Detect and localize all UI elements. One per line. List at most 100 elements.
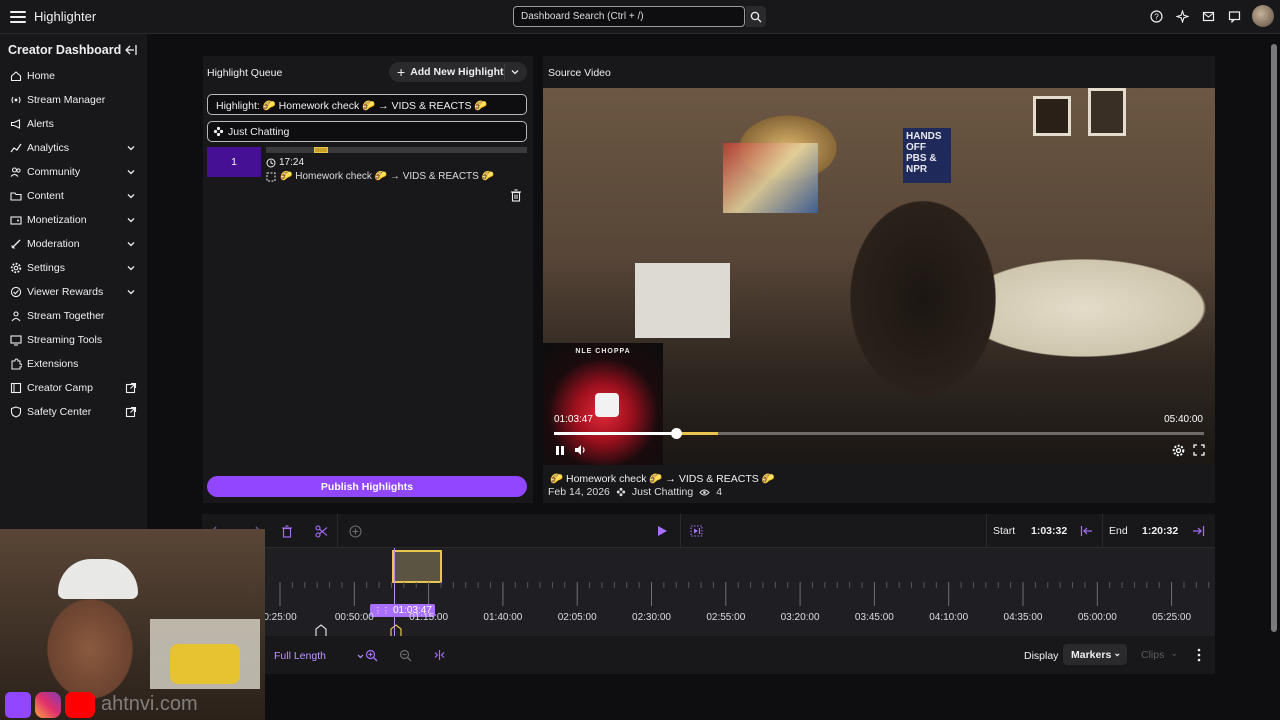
end-time-value[interactable]: 1:20:32 <box>1142 525 1178 537</box>
stream-meta: Feb 14, 2026 Just Chatting 4 <box>548 486 722 498</box>
more-options-icon[interactable] <box>1193 647 1205 663</box>
svg-text:?: ? <box>1154 12 1159 21</box>
together-icon <box>10 310 22 322</box>
zoom-out-icon[interactable] <box>398 648 412 662</box>
publish-highlights-button[interactable]: Publish Highlights <box>207 476 527 497</box>
eye-icon <box>699 489 710 495</box>
panel-title: Source Video <box>548 67 611 79</box>
help-icon[interactable]: ? <box>1148 8 1164 24</box>
tick-label: 03:20:00 <box>780 612 820 623</box>
fullscreen-icon[interactable] <box>1192 443 1206 457</box>
avatar[interactable] <box>1252 5 1274 27</box>
markers-label: Markers <box>1071 649 1112 661</box>
search-button[interactable] <box>746 6 766 27</box>
sidebar-item-extensions[interactable]: Extensions <box>0 352 147 376</box>
sidebar-item-label: Home <box>27 70 56 82</box>
seek-handle[interactable] <box>671 428 682 439</box>
add-marker-icon[interactable] <box>347 523 363 539</box>
people-icon <box>10 166 22 178</box>
inbox-icon[interactable] <box>1200 8 1216 24</box>
sidebar-item-streaming-tools[interactable]: Streaming Tools <box>0 328 147 352</box>
sidebar-item-home[interactable]: Home <box>0 64 147 88</box>
wallet-icon <box>10 214 22 226</box>
tick-label: 05:25:00 <box>1152 612 1192 623</box>
picture-frame <box>1088 88 1126 136</box>
stream-category: Just Chatting <box>631 486 694 498</box>
scissors-icon[interactable] <box>313 523 329 539</box>
highlight-marker-flag[interactable] <box>390 624 402 636</box>
social-strip: ahtnvi.com <box>0 689 265 720</box>
sidebar-item-content[interactable]: Content <box>0 184 147 208</box>
seek-bar[interactable] <box>554 428 1204 439</box>
chart-icon <box>10 142 22 154</box>
chevron-down-icon <box>127 218 135 223</box>
menu-icon[interactable] <box>8 7 28 27</box>
trash-icon[interactable] <box>510 189 522 202</box>
sidebar-item-viewer-rewards[interactable]: Viewer Rewards <box>0 280 147 304</box>
chevron-down-icon[interactable] <box>509 66 521 78</box>
zoom-in-icon[interactable] <box>364 648 378 662</box>
category-field[interactable]: Just Chatting <box>207 121 527 142</box>
search-input[interactable]: Dashboard Search (Ctrl + /) <box>513 6 745 27</box>
chevron-down-icon <box>127 194 135 199</box>
play-icon[interactable] <box>654 523 670 539</box>
set-start-icon[interactable] <box>1078 523 1094 539</box>
sidebar-item-moderation[interactable]: Moderation <box>0 232 147 256</box>
tick-label: 01:40:00 <box>483 612 523 623</box>
delete-segment-icon[interactable] <box>279 523 295 539</box>
app-title: Highlighter <box>34 9 97 24</box>
collapse-sidebar-icon[interactable] <box>124 43 138 57</box>
sidebar-item-label: Community <box>27 166 81 178</box>
page-scrollbar[interactable] <box>1271 44 1277 632</box>
add-new-highlight-button[interactable]: + Add New Highlight <box>389 62 527 82</box>
shield-icon <box>10 406 22 418</box>
fit-selection-icon[interactable] <box>432 648 446 662</box>
set-end-icon[interactable] <box>1190 523 1206 539</box>
pause-icon[interactable] <box>553 443 567 457</box>
clock-icon <box>266 158 276 167</box>
source-video-panel: Source Video HANDS OFF PBS & NPR NLE CHO… <box>543 56 1215 503</box>
top-bar: Highlighter Dashboard Search (Ctrl + /) … <box>0 0 1280 34</box>
sidebar-item-stream-together[interactable]: Stream Together <box>0 304 147 328</box>
sidebar-item-creator-camp[interactable]: Creator Camp <box>0 376 147 400</box>
timeline-track[interactable]: ⋮⋮ 01:03:47 0:25:00 00:50:00 01:15:00 01:40… <box>264 548 1215 636</box>
sign-poster: HANDS OFF PBS & NPR <box>903 128 951 183</box>
sign-text: HANDS OFF PBS & NPR <box>906 131 942 175</box>
settings-gear-icon[interactable] <box>1171 443 1185 457</box>
video-player[interactable]: HANDS OFF PBS & NPR NLE CHOPPA 01:03:47 … <box>543 88 1215 465</box>
sidebar-item-stream-manager[interactable]: Stream Manager <box>0 88 147 112</box>
sidebar-item-label: Stream Together <box>27 310 105 322</box>
sidebar-item-monetization[interactable]: Monetization <box>0 208 147 232</box>
clips-select[interactable]: Clips ⌄ <box>1133 644 1183 665</box>
view-count: 4 <box>716 486 723 498</box>
sidebar-item-label: Monetization <box>27 214 87 226</box>
queue-item-index[interactable]: 1 <box>207 147 261 177</box>
markers-select[interactable]: Markers ⌄ <box>1063 644 1127 665</box>
grip-icon: ⋮⋮ <box>374 606 390 615</box>
sidebar-item-label: Viewer Rewards <box>27 286 104 298</box>
sidebar: Creator Dashboard Home Stream Manager Aler… <box>0 34 147 530</box>
zoom-mode-select[interactable]: Full Length <box>274 650 365 662</box>
sidebar-item-safety-center[interactable]: Safety Center <box>0 400 147 424</box>
timeline-footer: Full Length Display Markers ⌄ Clips ⌄ <box>264 638 1215 672</box>
sidebar-item-analytics[interactable]: Analytics <box>0 136 147 160</box>
start-time-value[interactable]: 1:03:32 <box>1031 525 1067 537</box>
sidebar-item-community[interactable]: Community <box>0 160 147 184</box>
external-link-icon <box>125 382 137 394</box>
playhead[interactable] <box>394 548 395 636</box>
tick-label: 04:35:00 <box>1003 612 1043 623</box>
tick-label: 01:15:00 <box>409 612 449 623</box>
sidebar-item-alerts[interactable]: Alerts <box>0 112 147 136</box>
chevron-down-icon <box>127 290 135 295</box>
sword-icon <box>10 238 22 250</box>
plus-icon: + <box>397 64 406 80</box>
tick-label: 02:30:00 <box>632 612 671 623</box>
whispers-icon[interactable] <box>1226 8 1242 24</box>
volume-icon[interactable] <box>573 443 587 457</box>
marker-flag[interactable] <box>315 624 327 636</box>
timeline-editor: Start 1:03:32 End 1:20:32 ⋮⋮ 01:03:47 0:… <box>202 514 1215 674</box>
sidebar-item-settings[interactable]: Settings <box>0 256 147 280</box>
sparkle-icon[interactable] <box>1174 8 1190 24</box>
play-to-end-icon[interactable] <box>688 523 704 539</box>
highlight-title-field[interactable]: Highlight: 🌮 Homework check 🌮 → VIDS & R… <box>207 94 527 115</box>
